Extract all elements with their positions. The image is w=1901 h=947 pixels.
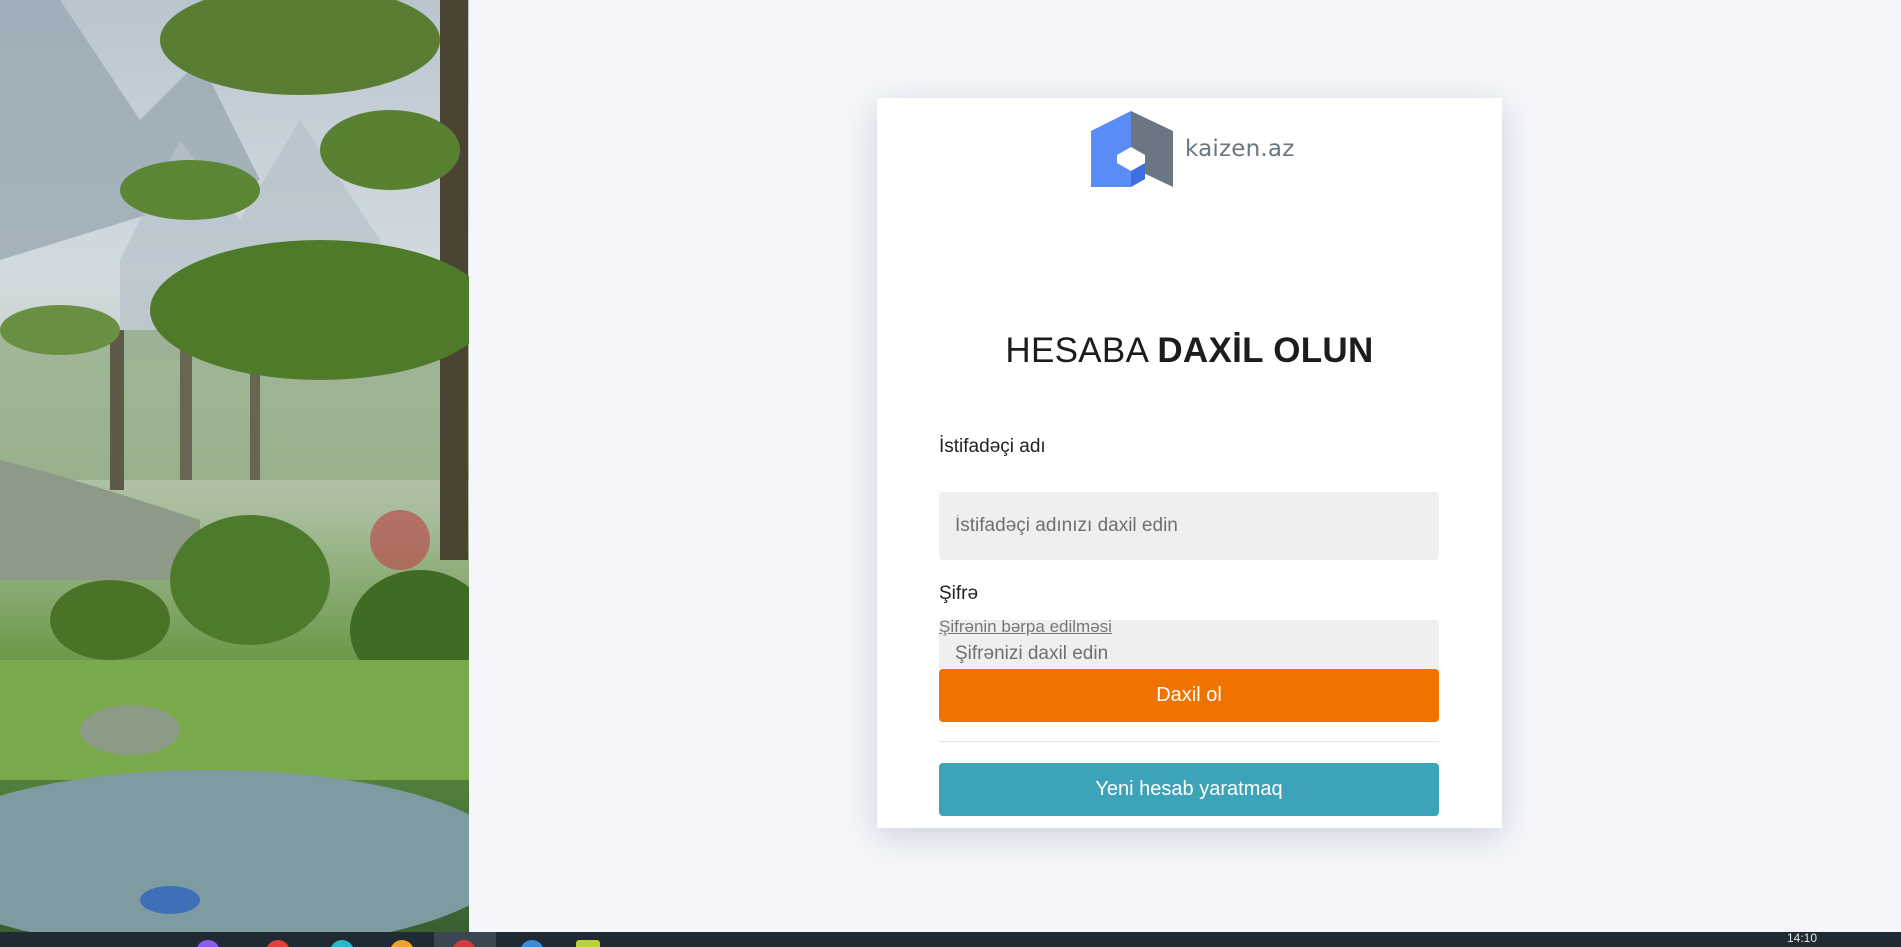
app-purple-icon[interactable]: [196, 940, 220, 947]
app-orange-icon[interactable]: [390, 940, 414, 947]
taskbar: 14:10: [0, 932, 1901, 947]
title-bold: DAXİL OLUN: [1157, 331, 1374, 370]
app-blue-icon[interactable]: [520, 940, 544, 947]
taskbar-clock[interactable]: 14:10: [1787, 932, 1817, 945]
divider: [939, 741, 1439, 742]
username-label: İstifadəçi adı: [939, 436, 1046, 457]
login-card: kaizen.az HESABA DAXİL OLUN İstifadəçi a…: [877, 98, 1502, 828]
kaizen-logo-icon: [1091, 111, 1173, 187]
forgot-password-link[interactable]: Şifrənin bərpa edilməsi: [939, 617, 1112, 637]
page-title: HESABA DAXİL OLUN: [877, 330, 1502, 372]
username-input[interactable]: [939, 492, 1439, 560]
brand-name: kaizen.az: [1185, 136, 1295, 162]
brand-logo[interactable]: kaizen.az: [1087, 111, 1294, 187]
create-account-button[interactable]: Yeni hesab yaratmaq: [939, 763, 1439, 816]
background-landscape-image: [0, 0, 469, 932]
title-light: HESABA: [1005, 331, 1148, 370]
app-yellow-icon[interactable]: [576, 940, 600, 947]
password-label: Şifrə: [939, 583, 979, 604]
app-teal-icon[interactable]: [330, 940, 354, 947]
app-red-icon[interactable]: [266, 940, 290, 947]
login-button[interactable]: Daxil ol: [939, 669, 1439, 722]
